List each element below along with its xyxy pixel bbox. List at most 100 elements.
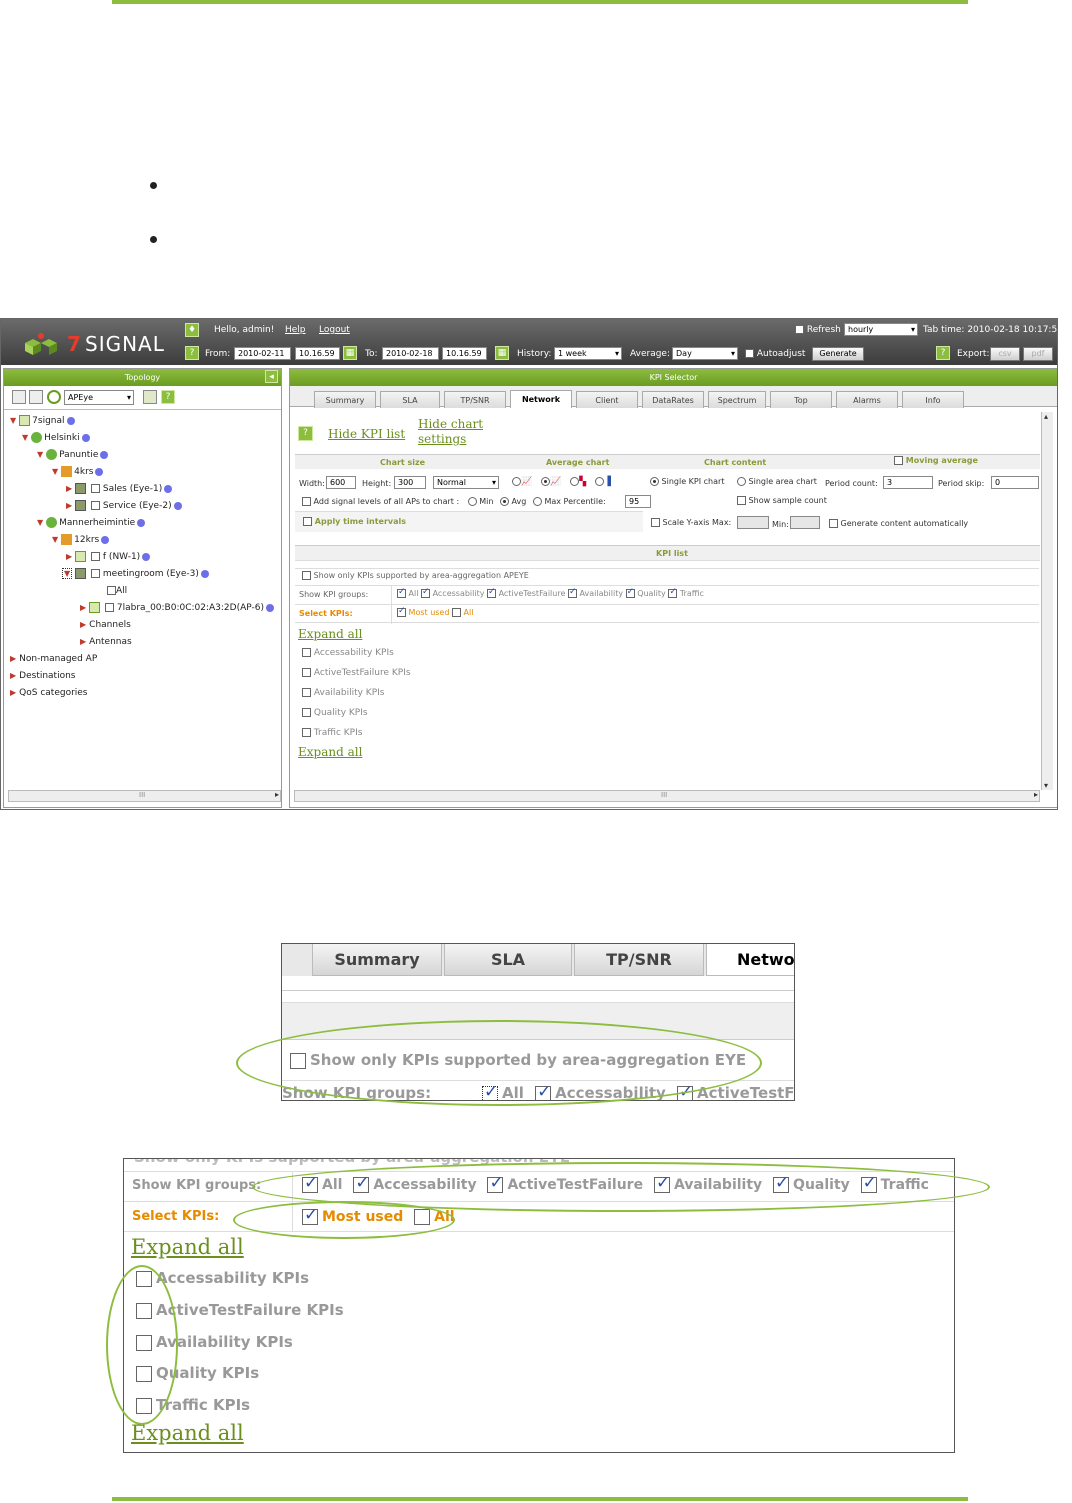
- history-select[interactable]: 1 week: [554, 347, 622, 360]
- tree-node[interactable]: ▶ Sales (Eye-1): [66, 483, 173, 495]
- tree-node[interactable]: ▶ Antennas: [80, 636, 132, 648]
- horizontal-scrollbar[interactable]: III ▸: [294, 790, 1040, 802]
- tab-spectrum[interactable]: Spectrum: [708, 391, 766, 408]
- tab-datarates[interactable]: DataRates: [642, 391, 704, 408]
- scale-max-input[interactable]: [737, 516, 769, 529]
- scale-y-axis-checkbox[interactable]: [651, 518, 660, 527]
- line-chart-radio[interactable]: [512, 477, 521, 486]
- group-activetestfailure-checkbox[interactable]: [487, 587, 497, 598]
- width-input[interactable]: 600: [326, 476, 356, 489]
- tree-node[interactable]: ▶ Service (Eye-2): [66, 500, 182, 512]
- export-pdf-button[interactable]: pdf: [1023, 347, 1053, 361]
- tree-node[interactable]: ▼ 12krs: [52, 534, 110, 546]
- tab-network[interactable]: Network: [510, 390, 572, 408]
- calendar-icon[interactable]: ▦: [343, 346, 357, 360]
- tab-tp-snr[interactable]: TP/SNR: [444, 391, 506, 408]
- percentile-input[interactable]: 95: [625, 495, 651, 508]
- tree-node[interactable]: ▼ Mannerheimintie: [37, 517, 146, 529]
- single-kpi-chart-radio[interactable]: [650, 477, 659, 486]
- period-skip-input[interactable]: 0: [991, 476, 1039, 489]
- help-link[interactable]: Help: [285, 325, 306, 335]
- tree-node[interactable]: ▼ 4krs: [52, 466, 104, 478]
- select-all-checkbox[interactable]: [451, 608, 461, 617]
- scale-min-input[interactable]: [790, 516, 820, 529]
- avg-radio[interactable]: [499, 497, 509, 506]
- collapse-tree-icon[interactable]: [29, 390, 43, 404]
- kpi-group-checkbox[interactable]: [302, 648, 311, 657]
- logout-link[interactable]: Logout: [319, 325, 350, 335]
- tree-node[interactable]: ▶ Non-managed AP: [10, 653, 97, 665]
- tree-node[interactable]: ▶ Destinations: [10, 670, 76, 682]
- expand-all-link[interactable]: Expand all: [298, 627, 362, 641]
- tab-summary[interactable]: Summary: [312, 944, 442, 976]
- group-availability-checkbox[interactable]: [567, 587, 577, 598]
- hide-chart-settings-link-line2[interactable]: settings: [418, 432, 466, 446]
- autoadjust-checkbox[interactable]: [745, 349, 754, 358]
- tree-node[interactable]: ▶ f (NW-1): [66, 551, 151, 563]
- hide-chart-settings-link[interactable]: Hide chart: [418, 417, 483, 431]
- help-icon[interactable]: ?: [298, 426, 313, 441]
- tab-alarms[interactable]: Alarms: [836, 391, 898, 408]
- group-accessability-checkbox[interactable]: [421, 587, 431, 598]
- to-time-field[interactable]: 10.16.59: [442, 347, 487, 360]
- collapse-panel-icon[interactable]: ◂: [265, 370, 278, 383]
- group-traffic-checkbox[interactable]: [668, 587, 678, 598]
- from-date-field[interactable]: 2010-02-11: [234, 347, 291, 360]
- apply-time-intervals-checkbox[interactable]: [303, 517, 312, 526]
- refresh-select[interactable]: hourly: [844, 323, 918, 336]
- tree-node[interactable]: ▶ QoS categories: [10, 687, 88, 699]
- expand-all-link-bottom[interactable]: Expand all: [298, 745, 362, 759]
- generate-automatically-checkbox[interactable]: [829, 519, 838, 528]
- list-icon[interactable]: [143, 390, 157, 404]
- tab-tp-snr[interactable]: TP/SNR: [574, 944, 704, 976]
- group-quality-checkbox[interactable]: [625, 587, 635, 598]
- from-time-field[interactable]: 10.16.59: [295, 347, 340, 360]
- tree-node[interactable]: All: [107, 585, 127, 597]
- tree-node[interactable]: ▶ 7labra_00:B0:0C:02:A3:2D(AP-6): [80, 602, 274, 614]
- show-sample-count-checkbox[interactable]: [737, 496, 746, 505]
- tab-client[interactable]: Client: [576, 391, 638, 408]
- hide-kpi-list-link[interactable]: Hide KPI list: [328, 427, 405, 441]
- tree-node[interactable]: ▶ Channels: [80, 619, 131, 631]
- horizontal-scrollbar[interactable]: III ▸: [8, 790, 281, 802]
- group-all-checkbox[interactable]: [397, 587, 406, 598]
- tab-top[interactable]: Top: [770, 391, 832, 408]
- average-select[interactable]: Day: [672, 347, 738, 360]
- refresh-checkbox[interactable]: [795, 325, 804, 334]
- generate-button[interactable]: Generate: [812, 347, 864, 361]
- export-csv-button[interactable]: csv: [990, 347, 1020, 361]
- tab-sla[interactable]: SLA: [380, 391, 440, 408]
- tree-node[interactable]: ▼ meetingroom (Eye-3): [62, 568, 209, 580]
- kpi-group-checkbox[interactable]: [302, 708, 311, 717]
- min-radio[interactable]: [467, 497, 477, 506]
- tab-info[interactable]: Info: [902, 391, 964, 408]
- expand-all-link-bottom[interactable]: Expand all: [131, 1421, 244, 1445]
- calendar-icon[interactable]: ▦: [495, 346, 509, 360]
- tree-node[interactable]: ▼ 7signal: [10, 415, 75, 427]
- show-only-supported-checkbox[interactable]: [302, 571, 311, 580]
- height-input[interactable]: 300: [394, 476, 426, 489]
- max-radio[interactable]: [532, 497, 542, 506]
- expand-all-link[interactable]: Expand all: [131, 1235, 244, 1259]
- help-icon[interactable]: ?: [936, 346, 950, 360]
- tab-summary[interactable]: Summary: [314, 391, 376, 408]
- refresh-icon[interactable]: [47, 390, 61, 404]
- vertical-scrollbar[interactable]: ▴ ▾: [1041, 412, 1053, 790]
- expand-tree-icon[interactable]: [12, 390, 26, 404]
- help-icon[interactable]: ?: [185, 346, 199, 360]
- tree-node[interactable]: ▼ Panuntie: [37, 449, 109, 461]
- bar-chart-radio[interactable]: [594, 477, 604, 486]
- topology-type-select[interactable]: APEye: [64, 390, 134, 405]
- area-chart-radio[interactable]: [541, 477, 551, 486]
- help-icon[interactable]: ?: [161, 390, 175, 404]
- period-count-input[interactable]: 3: [883, 476, 933, 489]
- size-mode-select[interactable]: Normal: [433, 476, 499, 489]
- tab-network[interactable]: Networ: [706, 944, 794, 976]
- most-used-checkbox[interactable]: [397, 606, 406, 617]
- user-icon[interactable]: ♦: [185, 323, 199, 337]
- tree-node[interactable]: ▼ Helsinki: [22, 432, 90, 444]
- kpi-group-checkbox[interactable]: [302, 728, 311, 737]
- kpi-group-checkbox[interactable]: [302, 668, 311, 677]
- moving-average-checkbox[interactable]: [894, 456, 903, 465]
- add-signal-levels-checkbox[interactable]: [302, 497, 311, 506]
